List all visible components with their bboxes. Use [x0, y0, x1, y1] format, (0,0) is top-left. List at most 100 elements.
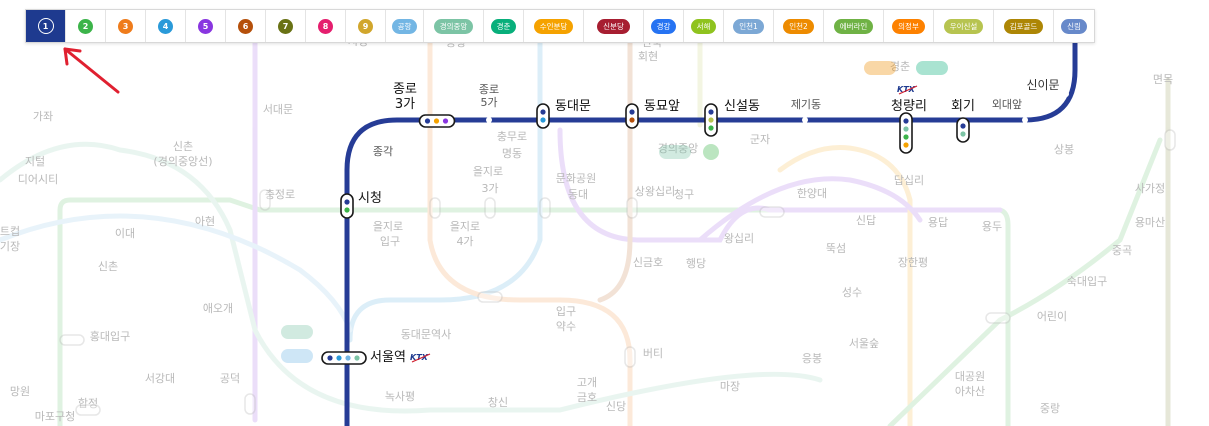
line-tab-badge: 수인분당	[533, 18, 574, 34]
faded-station-label: 대공원	[955, 370, 985, 383]
station-stop[interactable]	[486, 117, 492, 123]
faded-station-marker	[759, 206, 785, 218]
station-label-dongmyo: 동묘앞	[644, 99, 680, 114]
faded-line-badge	[281, 325, 313, 339]
station-label-jegi: 제기동	[791, 98, 821, 111]
faded-station-label: 신촌	[173, 140, 193, 153]
line-tab-23[interactable]: 신림	[1054, 10, 1094, 42]
line-tab-15[interactable]: 경강	[644, 10, 684, 42]
line-tab-19[interactable]: 에버라인	[824, 10, 884, 42]
station-label-jongno5ga: 종로	[479, 83, 499, 96]
line-tab-6[interactable]: 6	[226, 10, 266, 42]
faded-station-label: 중랑	[1040, 402, 1060, 415]
station-sinseol[interactable]	[704, 103, 718, 137]
faded-station-label: 한양대	[797, 187, 827, 200]
line-tab-11[interactable]: 경의중앙	[424, 10, 484, 42]
faded-station-label: 상왕십리	[635, 185, 675, 198]
line-tab-22[interactable]: 김포골드	[994, 10, 1054, 42]
faded-station-label: 을지로	[473, 165, 503, 178]
station-cityhall[interactable]	[340, 193, 354, 219]
faded-station-marker	[59, 334, 85, 346]
ktx-logo: KTX	[897, 85, 916, 94]
faded-station-label: 지털	[25, 155, 45, 168]
faded-station-marker	[484, 197, 496, 219]
faded-station-label: 응봉	[802, 352, 822, 365]
faded-station-label: 망원	[10, 385, 30, 398]
faded-station-label: 녹사평	[385, 390, 415, 403]
line-tab-4[interactable]: 4	[146, 10, 186, 42]
station-label-seoul: 서울역	[370, 350, 406, 365]
faded-line2-badge	[703, 144, 719, 160]
line-tab-10[interactable]: 공항	[386, 10, 424, 42]
faded-station-label: 신촌	[98, 260, 118, 273]
subway-map[interactable]: 가좌지털디어시티트컵기장서대문충정로신촌(경의중앙선)이대아현신촌애오개홍대입구…	[0, 0, 1209, 426]
line-tab-badge: 8	[318, 18, 333, 34]
faded-station-label: 군자	[750, 133, 770, 146]
faded-station-label: 입구	[556, 305, 576, 318]
faded-station-marker	[624, 346, 636, 368]
line-tab-badge: 에버라인	[833, 18, 874, 34]
faded-station-label: 뚝섬	[826, 242, 846, 255]
line-tab-2[interactable]: 2	[66, 10, 106, 42]
faded-station-label: 신금호	[633, 256, 663, 269]
station-jongno3ga[interactable]	[418, 114, 456, 128]
faded-station-label: 입구	[380, 235, 400, 248]
faded-station-label: 이대	[115, 227, 135, 240]
faded-station-label: 숙대입구	[1067, 275, 1107, 288]
faded-station-label: 명동	[502, 147, 522, 160]
line-tab-12[interactable]: 경춘	[484, 10, 524, 42]
faded-station-label: 동대	[568, 188, 588, 201]
line-tab-badge: 신림	[1061, 18, 1087, 34]
faded-station-label: 창신	[488, 396, 508, 409]
line-tab-badge: 2	[78, 18, 93, 34]
faded-station-label: 답십리	[894, 174, 924, 187]
station-hoegi[interactable]	[956, 117, 970, 143]
faded-station-label: 왕십리	[724, 232, 754, 245]
station-stop[interactable]	[1022, 117, 1028, 123]
station-stop[interactable]	[802, 117, 808, 123]
faded-station-label: 서대문	[263, 103, 293, 116]
line-tab-13[interactable]: 수인분당	[524, 10, 584, 42]
station-dongmyo[interactable]	[625, 103, 639, 129]
faded-station-label: 홍대입구	[90, 329, 130, 343]
station-cheongnyangni[interactable]	[899, 112, 913, 154]
faded-station-marker	[985, 312, 1011, 324]
faded-line-badge	[864, 61, 896, 75]
line-tab-14[interactable]: 신분당	[584, 10, 644, 42]
line-tab-badge: 3	[118, 18, 133, 34]
faded-station-label: 을지로	[373, 220, 403, 233]
line-tab-badge: 1	[37, 18, 54, 34]
line-extra	[887, 137, 1163, 426]
line-tab-18[interactable]: 인천2	[774, 10, 824, 42]
faded-station-label: 서강대	[145, 372, 175, 385]
line-tab-8[interactable]: 8	[306, 10, 346, 42]
station-seoul[interactable]	[321, 351, 367, 365]
faded-station-label: 문화공원	[556, 172, 596, 185]
station-label-sinimun: 신이문	[1026, 78, 1059, 92]
station-stop[interactable]	[364, 133, 370, 139]
faded-station-label: 금호	[577, 391, 597, 404]
line-tab-badge: 의정부	[892, 18, 925, 34]
line-tab-badge: 경춘	[490, 18, 517, 34]
line-tab-9[interactable]: 9	[346, 10, 386, 42]
line-tab-21[interactable]: 우이신설	[934, 10, 994, 42]
station-dongdaemun[interactable]	[536, 103, 550, 129]
line-tab-1[interactable]: 1	[26, 10, 66, 42]
station-stop[interactable]	[1063, 91, 1069, 97]
station-label-jonggak: 종각	[373, 145, 393, 158]
faded-station-label: 서울숲	[849, 337, 879, 350]
line-tab-16[interactable]: 서해	[684, 10, 724, 42]
faded-station-label: 4가	[456, 235, 473, 248]
line-tab-20[interactable]: 의정부	[884, 10, 934, 42]
faded-station-label: 공덕	[220, 372, 240, 385]
line-tab-badge: 5	[198, 18, 213, 34]
station-label-oedae: 외대앞	[992, 98, 1022, 111]
line-tab-3[interactable]: 3	[106, 10, 146, 42]
line-tab-5[interactable]: 5	[186, 10, 226, 42]
line-tab-badge: 6	[238, 18, 253, 34]
faded-station-label: 신당	[606, 400, 626, 413]
line-tab-7[interactable]: 7	[266, 10, 306, 42]
line-tab-17[interactable]: 인천1	[724, 10, 774, 42]
line-tab-badge: 인천1	[733, 18, 764, 34]
line6-path	[597, 37, 633, 303]
